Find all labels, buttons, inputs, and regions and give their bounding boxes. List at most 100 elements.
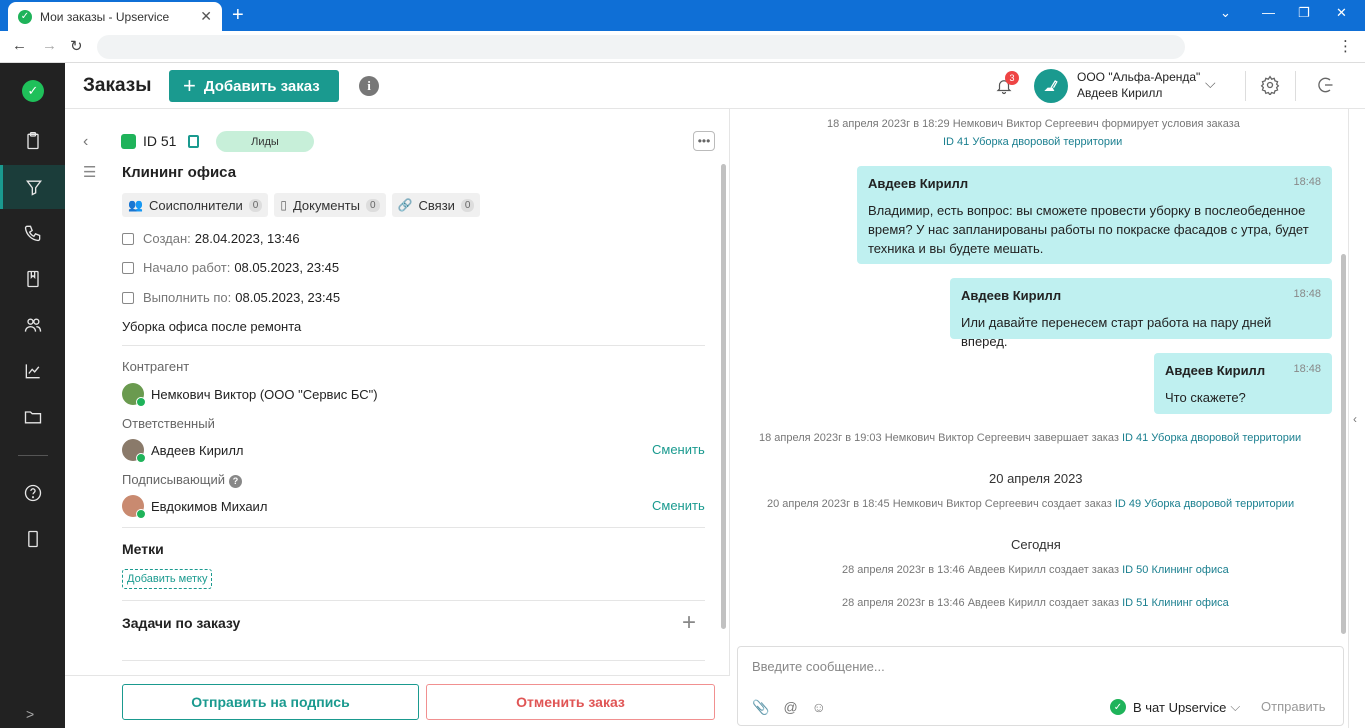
order-link[interactable]: ID 51 Клининг офиса <box>1122 597 1229 609</box>
signer[interactable]: Евдокимов Михаил <box>122 495 268 519</box>
nav-phone-icon[interactable] <box>0 211 65 255</box>
add-task-plus-icon[interactable]: + <box>682 609 696 637</box>
company-info[interactable]: ООО "Альфа-Аренда" Авдеев Кирилл <box>1077 69 1200 101</box>
send-for-signature-button[interactable]: Отправить на подпись <box>122 684 419 720</box>
chat-panel: 18 апреля 2023г в 18:29 Немкович Виктор … <box>731 109 1348 728</box>
order-link[interactable]: ID 41 Уборка дворовой территории <box>1122 432 1301 444</box>
order-description[interactable]: Уборка офиса после ремонта <box>122 319 301 334</box>
documents-chip[interactable]: ▯ Документы 0 <box>274 193 386 217</box>
paperclip-icon[interactable]: 📎 <box>752 699 769 716</box>
back-arrow-icon[interactable]: ← <box>12 37 27 54</box>
add-order-button[interactable]: + Добавить заказ <box>169 70 339 102</box>
message-text: Что скажете? <box>1165 390 1246 405</box>
chevron-left-icon[interactable]: ‹ <box>1353 412 1357 426</box>
copy-icon[interactable] <box>188 134 200 148</box>
more-options-button[interactable]: ••• <box>693 131 715 151</box>
logout-icon[interactable] <box>1315 75 1335 100</box>
message-text: Или давайте перенесем старт работа на па… <box>961 315 1272 349</box>
calendar-icon <box>122 291 134 304</box>
message-text: Владимир, есть вопрос: вы сможете провес… <box>868 203 1309 256</box>
window-close-icon[interactable]: ✕ <box>1336 5 1347 21</box>
minimize-icon[interactable]: — <box>1262 5 1275 20</box>
chat-message[interactable]: Авдеев Кирилл 18:48 Владимир, есть вопро… <box>857 166 1332 264</box>
nav-users-icon[interactable] <box>0 303 65 347</box>
contractor[interactable]: Немкович Виктор (ООО "Сервис БС") <box>122 383 378 407</box>
page-header: Заказы + Добавить заказ i 3 ООО "Альфа-А… <box>65 63 1365 109</box>
verified-icon <box>136 509 146 519</box>
chat-message[interactable]: Авдеев Кирилл 18:48 Или давайте перенесе… <box>950 278 1332 349</box>
change-signer-link[interactable]: Сменить <box>652 498 705 513</box>
divider <box>122 527 705 528</box>
back-chevron-icon[interactable]: ‹ <box>83 133 88 151</box>
divider <box>122 345 705 346</box>
change-responsible-link[interactable]: Сменить <box>652 442 705 457</box>
system-message: 18 апреля 2023г в 18:29 Немкович Виктор … <box>827 118 1240 130</box>
nav-book-icon[interactable] <box>0 257 65 301</box>
due-date[interactable]: Выполнить по: 08.05.2023, 23:45 <box>122 290 340 305</box>
cancel-order-button[interactable]: Отменить заказ <box>426 684 715 720</box>
tasks-title: Задачи по заказу <box>122 615 241 631</box>
chip-count: 0 <box>365 198 380 212</box>
nav-clipboard-icon[interactable] <box>0 119 65 163</box>
order-link[interactable]: ID 50 Клининг офиса <box>1122 564 1229 576</box>
day-separator: 20 апреля 2023 <box>989 471 1083 486</box>
signer-name: Евдокимов Михаил <box>151 498 268 514</box>
system-text: 18 апреля 2023г в 18:29 Немкович Виктор … <box>827 118 1240 130</box>
url-input[interactable] <box>97 35 1185 59</box>
verified-icon <box>136 453 146 463</box>
composer-tools: 📎 @ ☺ <box>752 699 826 716</box>
browser-menu-icon[interactable]: ⋮ <box>1338 37 1353 55</box>
nav-help-icon[interactable] <box>0 471 65 515</box>
divider <box>122 660 705 661</box>
coexecutors-chip[interactable]: 👥 Соисполнители 0 <box>122 193 269 217</box>
order-link[interactable]: ID 49 Уборка дворовой территории <box>1115 498 1294 510</box>
header-divider <box>1245 71 1246 101</box>
verified-icon <box>136 397 146 407</box>
system-text: 18 апреля 2023г в 19:03 Немкович Виктор … <box>759 432 1119 444</box>
chat-scrollbar[interactable] <box>1341 254 1346 634</box>
scrollbar[interactable] <box>721 164 726 629</box>
avatar <box>122 439 146 463</box>
chat-message[interactable]: Авдеев Кирилл 18:48 Что скажете? <box>1154 353 1332 414</box>
message-input[interactable]: Введите сообщение... <box>752 659 885 674</box>
company-avatar[interactable] <box>1034 69 1068 103</box>
question-icon[interactable]: ? <box>228 474 242 488</box>
system-message: 18 апреля 2023г в 19:03 Немкович Виктор … <box>759 432 1301 444</box>
mention-icon[interactable]: @ <box>783 699 797 716</box>
tab-close-icon[interactable]: ✕ <box>200 8 212 25</box>
new-tab-button[interactable]: + <box>232 4 244 27</box>
browser-tab[interactable]: ✓ Мои заказы - Upservice ✕ <box>8 2 222 31</box>
signer-label-row: Подписывающий? <box>122 472 242 488</box>
links-chip[interactable]: 🔗 Связи 0 <box>391 193 481 217</box>
nav-mobile-icon[interactable] <box>0 517 65 561</box>
expand-nav-icon[interactable]: > <box>26 706 34 722</box>
status-badge[interactable]: Лиды <box>216 131 314 152</box>
user-name: Авдеев Кирилл <box>1077 86 1163 100</box>
nav-divider <box>18 455 48 456</box>
start-date[interactable]: Начало работ: 08.05.2023, 23:45 <box>122 260 339 275</box>
maximize-icon[interactable]: ❐ <box>1298 5 1310 21</box>
users-icon: 👥 <box>128 198 143 212</box>
tab-title: Мои заказы - Upservice <box>40 9 170 24</box>
system-text: 28 апреля 2023г в 13:46 Авдеев Кирилл со… <box>842 597 1120 609</box>
info-icon[interactable]: i <box>359 76 379 96</box>
send-button[interactable]: Отправить <box>1261 699 1325 714</box>
add-tag-button[interactable]: Добавить метку <box>122 569 213 589</box>
message-time: 18:48 <box>1293 176 1321 188</box>
menu-lines-icon[interactable]: ☰ <box>83 163 96 181</box>
reload-icon[interactable]: ↻ <box>70 37 83 55</box>
chevron-down-icon[interactable]: ⌄ <box>1220 5 1231 21</box>
chevron-down-icon[interactable]: ⌵ <box>1205 75 1216 92</box>
upservice-logo[interactable]: ✓ <box>22 80 44 102</box>
nav-funnel-icon[interactable] <box>0 165 65 209</box>
order-link[interactable]: ID 41 Уборка дворовой территории <box>943 136 1122 148</box>
responsible[interactable]: Авдеев Кирилл <box>122 439 244 463</box>
chat-target-select[interactable]: ✓ В чат Upservice ⌵ <box>1110 699 1240 715</box>
nav-folder-icon[interactable] <box>0 395 65 439</box>
emoji-icon[interactable]: ☺ <box>812 699 826 716</box>
forward-arrow-icon[interactable]: → <box>42 37 57 54</box>
nav-chart-icon[interactable] <box>0 349 65 393</box>
tags-title: Метки <box>122 541 164 557</box>
gear-icon[interactable] <box>1260 75 1280 100</box>
collapse-panel-edge[interactable]: ‹ <box>1348 109 1365 728</box>
